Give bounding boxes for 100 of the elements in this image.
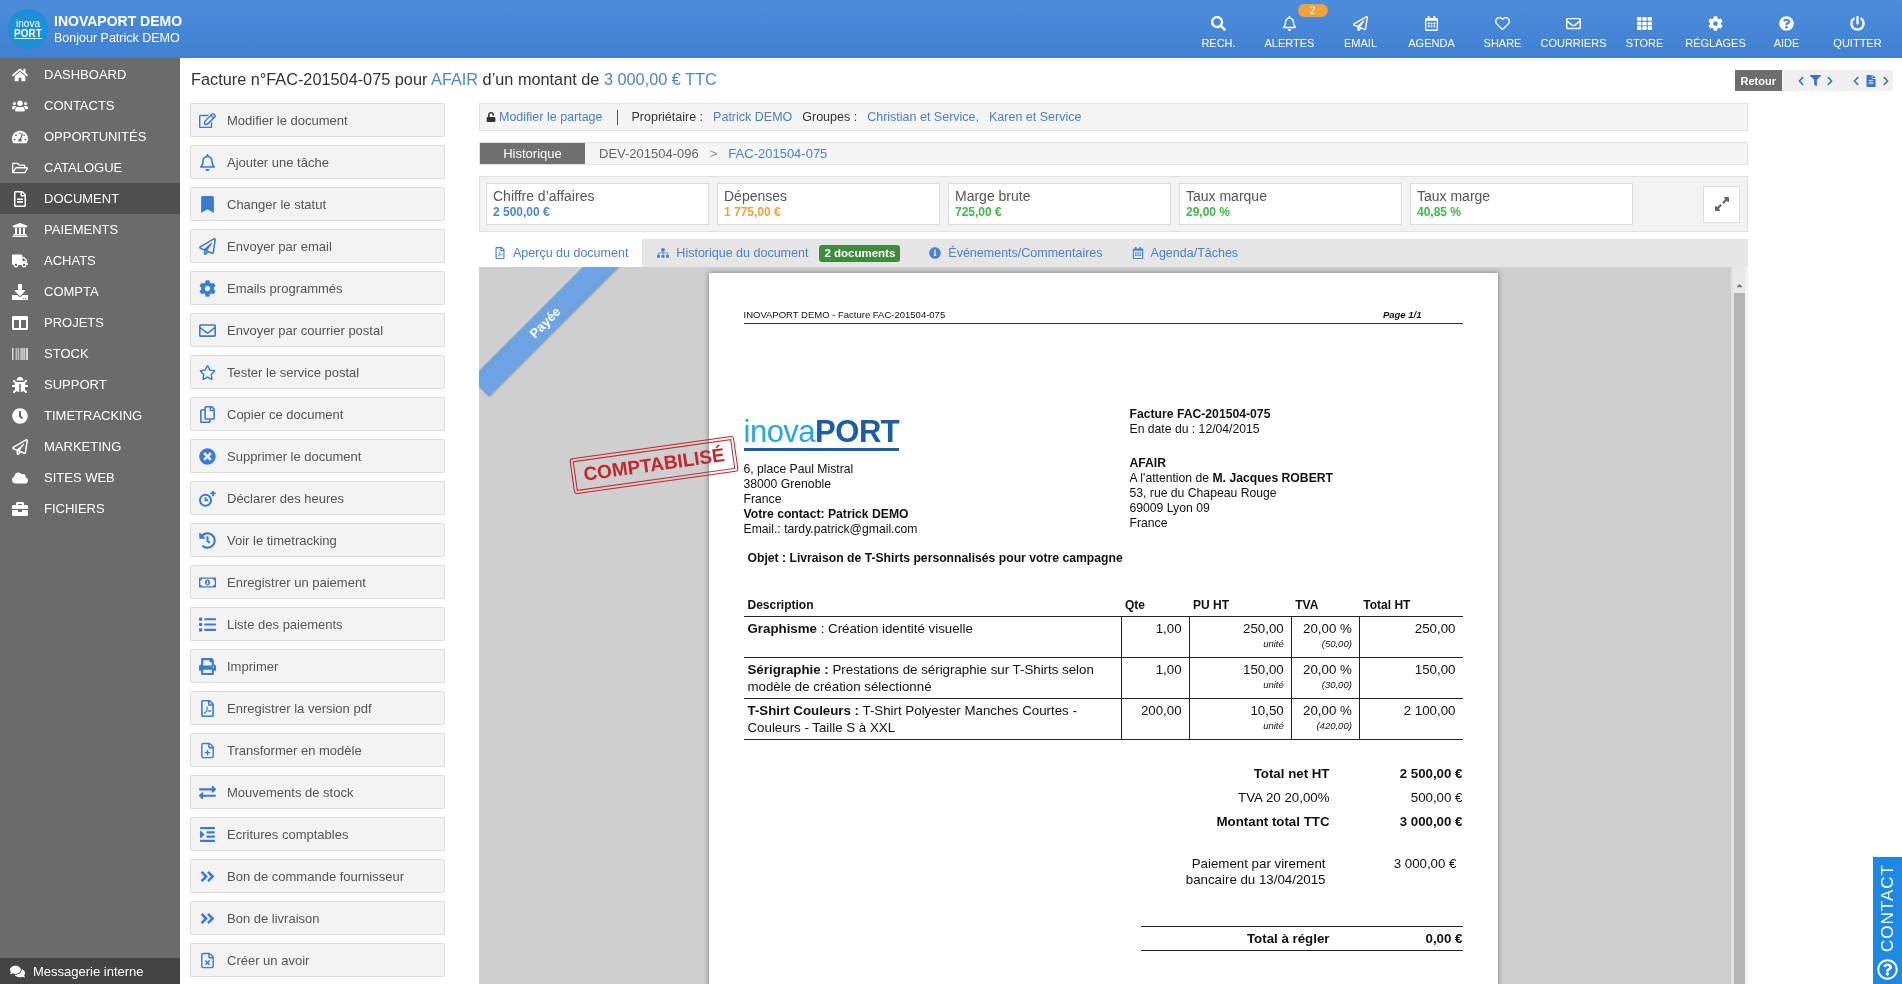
scrollbar-thumb[interactable] [1733, 293, 1745, 984]
filter-icon[interactable] [1810, 75, 1821, 86]
contact-tab[interactable]: CONTACT [1873, 857, 1902, 984]
share-settings-link[interactable]: Modifier le partage [486, 110, 603, 124]
nav-button[interactable]: STORE [1609, 0, 1680, 58]
action-button[interactable]: Mouvements de stock [190, 775, 445, 809]
chevron-right-icon[interactable] [1825, 75, 1835, 86]
action-button[interactable]: Enregistrer la version pdf [190, 691, 445, 725]
kpi-value: 1 775,00 € [724, 205, 782, 220]
amount-link[interactable]: 3 000,00 € TTC [603, 70, 717, 88]
action-button[interactable]: Transformer en modèle [190, 733, 445, 767]
nav-button[interactable]: RECH. [1183, 0, 1254, 58]
kpi-value: 725,00 € [955, 205, 1003, 220]
address-line: 69009 Lyon 09 [1129, 501, 1211, 516]
sidebar-item[interactable]: CONTACTS [0, 90, 180, 121]
owner-link[interactable]: Patrick DEMO [713, 110, 793, 124]
file-plus-icon [199, 741, 216, 759]
address-line: France [743, 492, 783, 507]
tab[interactable]: Historique du document 2 documents [642, 239, 915, 267]
nav-button[interactable]: AIDE [1751, 0, 1822, 58]
nav-button[interactable]: RÉGLAGES [1680, 0, 1751, 58]
table-cell-text: 10,50 [1249, 703, 1284, 720]
group-link[interactable]: Christian et Service, [867, 110, 980, 124]
sidebar-item[interactable]: COMPTA [0, 276, 180, 307]
chevron-left-icon[interactable] [1851, 75, 1861, 86]
sidebar-item[interactable]: MARKETING [0, 431, 180, 462]
kpi-value: 29,00 % [1186, 205, 1232, 220]
contact-line: Votre contact: Patrick DEMO [743, 507, 910, 522]
sidebar-item[interactable]: DASHBOARD [0, 59, 180, 90]
sidebar-item[interactable]: OPPORTUNITÉS [0, 121, 180, 152]
breadcrumb-link[interactable]: FAC-201504-075 [728, 146, 828, 161]
kpi-label: Taux marge [1417, 188, 1492, 205]
sidebar-item[interactable]: PAIEMENTS [0, 214, 180, 245]
action-button[interactable]: Bon de commande fournisseur [190, 859, 445, 893]
file-x-icon [199, 951, 216, 969]
attention-line: A l'attention de M. Jacques ROBERT [1129, 471, 1335, 486]
nav-button[interactable]: QUITTER [1822, 0, 1893, 58]
total-label: TVA 20 20,00% [1237, 789, 1330, 807]
vat-amount: (420,00) [1315, 719, 1352, 732]
action-button[interactable]: Ecritures comptables [190, 817, 445, 851]
nav-button[interactable]: SHARE [1467, 0, 1538, 58]
action-button[interactable]: Créer un avoir [190, 943, 445, 977]
nav-button[interactable]: COURRIERS [1538, 0, 1609, 58]
file-icon[interactable] [1865, 74, 1877, 87]
action-button[interactable]: Ajouter une tâche [190, 145, 445, 179]
invoice-date: En date du : 12/04/2015 [1129, 422, 1261, 437]
unit-label: unité [1262, 719, 1284, 732]
nav-button[interactable]: AGENDA [1396, 0, 1467, 58]
action-button[interactable]: Copier ce document [190, 397, 445, 431]
group-link[interactable]: Karen et Service [989, 110, 1082, 124]
sidebar-item[interactable]: ACHATS [0, 245, 180, 276]
breadcrumb-link[interactable]: DEV-201504-096 [599, 146, 699, 161]
tab[interactable]: Événements/Commentaires [914, 239, 1117, 267]
scroll-up-arrow-icon[interactable] [1734, 281, 1744, 290]
address-line: France [1129, 516, 1169, 531]
action-button[interactable]: Liste des paiements [190, 607, 445, 641]
expand-button[interactable] [1703, 185, 1740, 223]
nav-button[interactable]: EMAIL [1325, 0, 1396, 58]
action-button[interactable]: Tester le service postal [190, 355, 445, 389]
action-button[interactable]: Modifier le document [190, 103, 445, 137]
sidebar-item[interactable]: SUPPORT [0, 369, 180, 400]
help-icon [1779, 15, 1794, 31]
bug-icon [12, 376, 28, 393]
sidebar-item[interactable]: CATALOGUE [0, 152, 180, 183]
settings-icon [1708, 15, 1723, 31]
client-link[interactable]: AFAIR [431, 70, 479, 88]
action-button[interactable]: Bon de livraison [190, 901, 445, 935]
tab[interactable]: Aperçu du document [479, 239, 643, 267]
invoice-reference: Facture FAC-201504-075 [1129, 407, 1272, 422]
sidebar-item[interactable]: DOCUMENT [0, 183, 180, 214]
nav-button[interactable]: ALERTES 2 [1254, 0, 1325, 58]
action-button[interactable]: Envoyer par courrier postal [190, 313, 445, 347]
history-tab[interactable]: Historique [480, 143, 585, 164]
table-cell-text: 150,00 [1242, 662, 1284, 679]
action-button[interactable]: Envoyer par email [190, 229, 445, 263]
vat-amount: (50,00) [1320, 637, 1352, 650]
action-button[interactable]: Emails programmés [190, 271, 445, 305]
action-button[interactable]: Enregistrer un paiement [190, 565, 445, 599]
action-button[interactable]: Changer le statut [190, 187, 445, 221]
gauge-icon [12, 128, 28, 145]
sidebar-item[interactable]: STOCK [0, 338, 180, 369]
chevron-right-icon[interactable] [1881, 75, 1891, 86]
sidebar-item[interactable]: FICHIERS [0, 493, 180, 524]
action-button[interactable]: Déclarer des heures [190, 481, 445, 515]
page-number: Page 1/1 [1382, 309, 1422, 320]
chevron-left-icon[interactable] [1796, 75, 1806, 86]
tab[interactable]: Agenda/Tâches [1116, 239, 1253, 267]
sidebar-item[interactable]: PROJETS [0, 307, 180, 338]
action-button[interactable]: Supprimer le document [190, 439, 445, 473]
search-icon [1211, 15, 1226, 31]
back-button[interactable]: Retour [1734, 70, 1782, 91]
messaging-button[interactable]: Messagerie interne [0, 958, 180, 984]
pdf-file-icon [494, 247, 506, 259]
sidebar-item[interactable]: SITES WEB [0, 462, 180, 493]
scrollbar[interactable] [1731, 267, 1748, 984]
action-button[interactable]: Voir le timetracking [190, 523, 445, 557]
table-cell-text: 250,00 [1242, 621, 1284, 638]
action-button[interactable]: Imprimer [190, 649, 445, 683]
sidebar-item[interactable]: TIMETRACKING [0, 400, 180, 431]
unlock-icon [486, 112, 496, 122]
